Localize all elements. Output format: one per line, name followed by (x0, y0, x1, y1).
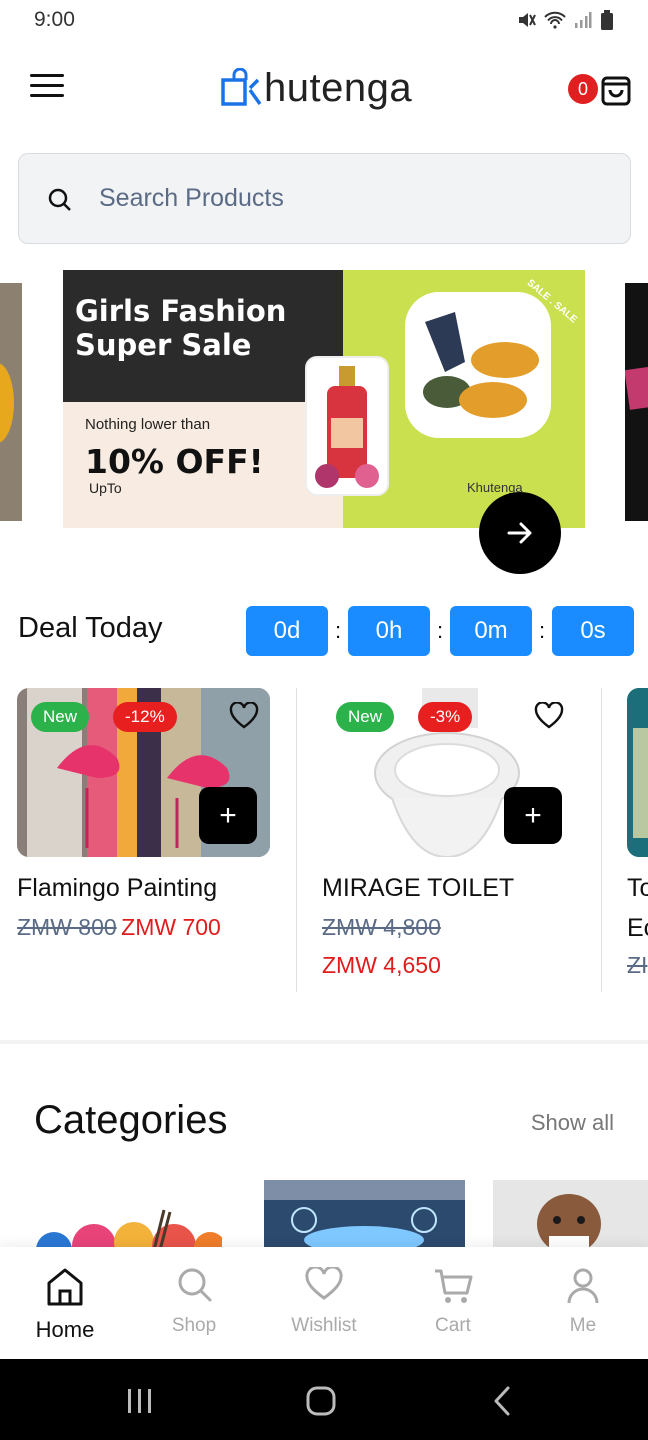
product-name[interactable]: Flamingo Painting (17, 874, 217, 903)
add-to-cart-button[interactable]: + (199, 787, 257, 844)
nav-me[interactable]: Me (518, 1247, 648, 1359)
timer-hours: 0h (348, 606, 430, 656)
heart-icon (305, 1267, 343, 1300)
add-to-cart-button[interactable]: + (504, 787, 562, 844)
timer-minutes: 0m (450, 606, 532, 656)
arrow-right-icon (507, 522, 532, 544)
promo-banner[interactable]: Girls Fashion Super Sale Nothing lower t… (63, 270, 585, 528)
category-tile[interactable] (493, 1180, 648, 1250)
nav-cart[interactable]: Cart (388, 1247, 518, 1359)
banner-subtitle: Nothing lower than (85, 416, 211, 433)
nav-me-label: Me (569, 1315, 597, 1336)
old-price: ZMW 800 (17, 914, 117, 940)
timer-seconds: 0s (552, 606, 634, 656)
search-icon (48, 188, 71, 211)
system-navigation-bar (0, 1359, 648, 1440)
promo-carousel[interactable]: Girls Fashion Super Sale Nothing lower t… (0, 270, 648, 580)
carousel-next-button[interactable] (479, 492, 561, 574)
deal-products-list[interactable]: New -12% + Flamingo Painting ZMW 800 ZMW… (0, 688, 648, 998)
new-badge: New (31, 702, 90, 732)
perfume-product-image (305, 356, 389, 496)
product-card[interactable]: New -3% + MIRAGE TOILET ZMW 4,800 ZMW 4,… (322, 688, 602, 992)
product-card[interactable]: To Ec ZI (627, 688, 648, 992)
status-bar: 9:00 (0, 0, 648, 42)
product-sale-price-row: ZMW 4,650 (322, 952, 441, 979)
shopping-bag-icon (601, 76, 631, 106)
nav-shop-label: Shop (171, 1315, 217, 1336)
wifi-icon (544, 11, 566, 29)
mute-icon (519, 13, 536, 27)
product-price: ZMW 800 ZMW 700 (17, 914, 221, 941)
next-banner-preview[interactable] (625, 283, 648, 521)
user-icon (567, 1268, 599, 1304)
nav-wishlist-label: Wishlist (291, 1315, 357, 1336)
recent-apps-icon[interactable] (126, 1387, 154, 1415)
search-bar[interactable]: Search Products (18, 153, 631, 244)
section-divider (0, 1040, 648, 1044)
previous-banner-preview[interactable] (0, 283, 22, 521)
cart-icon (435, 1269, 473, 1303)
old-price: ZI (627, 952, 648, 978)
battery-icon (601, 10, 613, 30)
nav-home-label: Home (35, 1317, 95, 1342)
status-icons (516, 10, 614, 30)
nav-home[interactable]: Home (0, 1247, 130, 1359)
product-name[interactable]: MIRAGE TOILET (322, 874, 514, 903)
bottom-navigation: Home Shop Wishlist Cart Me (0, 1247, 648, 1359)
home-icon (47, 1268, 83, 1306)
categories-list[interactable] (0, 1180, 648, 1250)
header-cart-button[interactable]: 0 (568, 70, 632, 110)
app-header: hutenga 0 (0, 52, 648, 124)
hamburger-menu-button[interactable] (30, 74, 64, 100)
discount-badge: -12% (113, 702, 177, 732)
search-icon (178, 1268, 212, 1302)
cart-count-badge: 0 (568, 74, 598, 104)
wishlist-heart-icon[interactable] (534, 702, 564, 730)
wishlist-heart-icon[interactable] (229, 702, 259, 730)
product-name-line2: Ec (627, 914, 648, 942)
back-icon[interactable] (490, 1385, 514, 1417)
product-card[interactable]: New -12% + Flamingo Painting ZMW 800 ZMW… (17, 688, 297, 992)
category-tile[interactable] (264, 1180, 465, 1250)
banner-discount: 10% OFF! (85, 442, 264, 481)
deal-today-title: Deal Today (18, 612, 163, 644)
new-badge: New (336, 702, 395, 732)
shopping-bag-logo-icon (221, 68, 262, 106)
deal-countdown: 0d : 0h : 0m : 0s (246, 606, 634, 656)
search-input-placeholder[interactable]: Search Products (99, 184, 284, 213)
status-time: 9:00 (34, 8, 75, 31)
categories-title: Categories (34, 1098, 228, 1142)
shoes-product-image (405, 292, 551, 438)
home-button-icon[interactable] (305, 1385, 337, 1417)
banner-title: Girls Fashion Super Sale (75, 294, 287, 362)
timer-days: 0d (246, 606, 328, 656)
menu-bar-icon (30, 94, 64, 97)
product-old-price-row: ZMW 4,800 (322, 914, 441, 941)
nav-cart-label: Cart (435, 1315, 471, 1336)
menu-bar-icon (30, 74, 64, 77)
old-price: ZMW 4,800 (322, 914, 441, 940)
logo-text: hutenga (264, 65, 413, 110)
banner-upto: UpTo (89, 480, 122, 496)
signal-icon (575, 12, 592, 28)
product-name[interactable]: To (627, 874, 648, 903)
nav-shop[interactable]: Shop (129, 1247, 259, 1359)
sale-price: ZMW 4,650 (322, 952, 441, 978)
app-logo[interactable]: hutenga (220, 64, 412, 112)
show-all-link[interactable]: Show all (531, 1110, 614, 1136)
menu-bar-icon (30, 84, 64, 87)
category-tile[interactable] (34, 1180, 222, 1250)
product-image[interactable] (627, 688, 648, 857)
sale-price: ZMW 700 (121, 914, 221, 940)
nav-wishlist[interactable]: Wishlist (259, 1247, 389, 1359)
discount-badge: -3% (418, 702, 473, 732)
